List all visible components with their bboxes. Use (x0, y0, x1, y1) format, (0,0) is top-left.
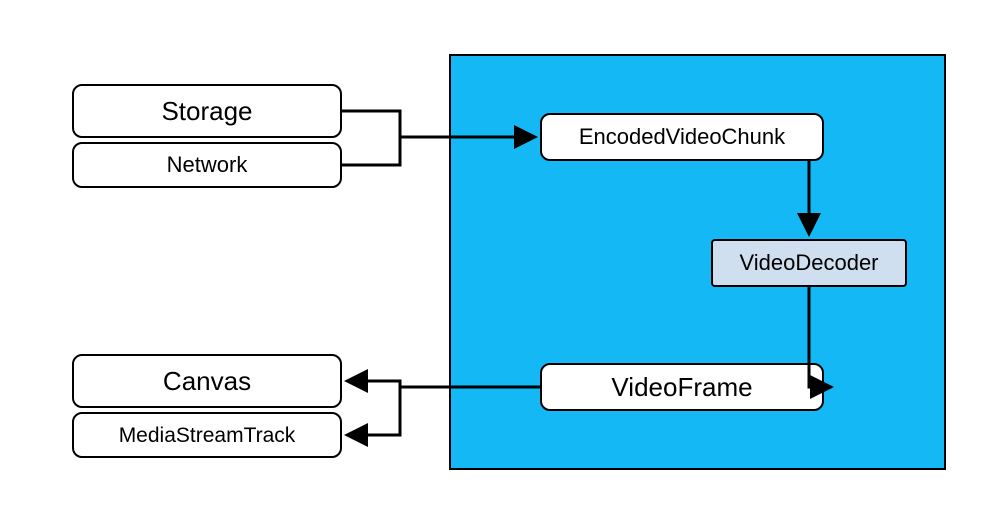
node-videoframe: VideoFrame (540, 363, 824, 411)
node-canvas: Canvas (72, 354, 342, 408)
node-decoder-label: VideoDecoder (739, 252, 878, 274)
node-storage-label: Storage (161, 98, 252, 124)
node-encodedvideochunk: EncodedVideoChunk (540, 113, 824, 161)
node-storage: Storage (72, 84, 342, 138)
node-chunk-label: EncodedVideoChunk (579, 126, 785, 148)
node-mediastreamtrack: MediaStreamTrack (72, 412, 342, 458)
node-mst-label: MediaStreamTrack (119, 425, 296, 446)
node-frame-label: VideoFrame (611, 374, 752, 400)
diagram-stage: Storage Network Canvas MediaStreamTrack … (0, 0, 996, 522)
edge-frame-to-mst (348, 387, 400, 435)
edge-storage-to-chunk (342, 111, 400, 137)
node-network-label: Network (167, 154, 248, 176)
edge-network-to-chunk (342, 137, 400, 165)
node-network: Network (72, 142, 342, 188)
node-canvas-label: Canvas (163, 368, 251, 394)
node-videodecoder: VideoDecoder (711, 239, 907, 287)
edge-frame-to-canvas (348, 381, 400, 387)
